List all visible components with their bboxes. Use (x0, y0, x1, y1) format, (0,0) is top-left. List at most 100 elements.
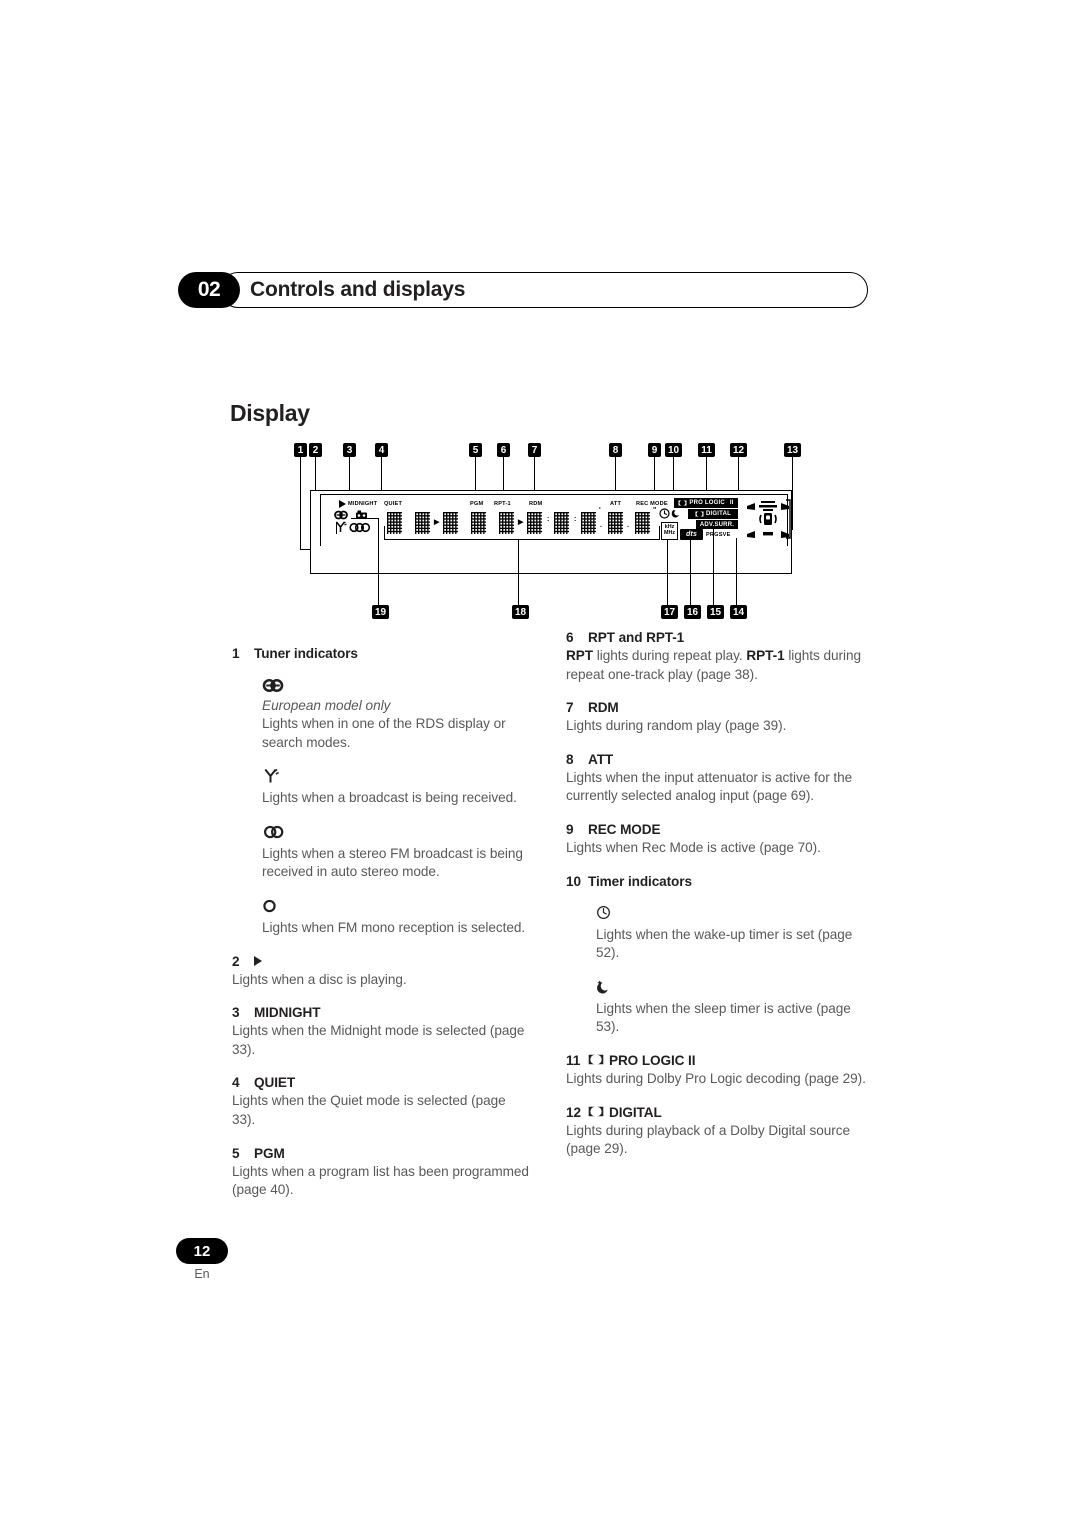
wake-timer-icon (596, 903, 866, 923)
lcd-label-quiet: QUIET (384, 501, 403, 507)
mono-icon (262, 896, 532, 916)
item-1-sub-3-desc: Lights when a stereo FM broadcast is bei… (262, 845, 523, 880)
lcd-label-pgm: PGM (470, 501, 484, 507)
antenna-icon (262, 766, 532, 786)
dm-sep-dot-1: . (600, 522, 602, 529)
dm-sep-colon-2: : (574, 516, 577, 523)
item-9: 9 REC MODE Lights when Rec Mode is activ… (566, 822, 866, 858)
item-1-number: 1 (232, 646, 240, 661)
dm-sep-quote-1: " (653, 507, 657, 514)
item-12-heading: 12 DIGITAL (566, 1105, 866, 1120)
callout-11: 11 (698, 443, 715, 457)
right-text-column: 6 RPT and RPT-1 RPT lights during repeat… (566, 630, 866, 1159)
item-9-number: 9 (566, 821, 574, 837)
leader-13 (792, 457, 794, 530)
item-2-desc: Lights when a disc is playing. (232, 971, 407, 987)
item-3: 3 MIDNIGHT Lights when the Midnight mode… (232, 1005, 532, 1059)
item-2-heading: 2 (232, 954, 532, 969)
stereo-icon (262, 822, 532, 842)
play-triangle-icon (254, 955, 262, 966)
lcd-khz-mhz-box: kHz MHz (661, 522, 678, 540)
item-1: 1 Tuner indicators European model only L… (232, 646, 532, 938)
item-8-heading: 8 ATT (566, 752, 866, 767)
item-1-title: Tuner indicators (254, 646, 358, 661)
item-10-heading: 10 Timer indicators (566, 874, 866, 889)
dm-sep-dot-2: . (627, 522, 629, 529)
rds-icon (334, 510, 348, 520)
item-6-desc-bold-2: RPT-1 (746, 648, 785, 663)
page-number-badge: 12 (176, 1238, 228, 1264)
dm-underbar-left-tick (384, 526, 386, 539)
lcd-adv-surr-block: ADV.SURR. (696, 520, 738, 529)
dm-char-9 (608, 512, 623, 534)
item-5-heading: 5 PGM (232, 1146, 532, 1161)
dm-sep-apostrophe-1: ' (599, 507, 601, 514)
sleep-timer-icon (671, 509, 679, 518)
callout-16: 16 (684, 605, 701, 619)
dm-sep-colon-1: : (547, 516, 550, 523)
lcd-label-att: ATT (610, 501, 622, 507)
item-6-desc-bold-1: RPT (566, 648, 594, 663)
leader-17 (667, 540, 669, 605)
tuner-icon-cluster (334, 510, 378, 536)
item-12-desc: Lights during playback of a Dolby Digita… (566, 1122, 850, 1157)
lcd-label-pro-logic-suffix: II (729, 500, 734, 506)
item-11-heading: 11 PRO LOGIC II (566, 1053, 866, 1068)
page-footer: 12 En (176, 1238, 228, 1281)
item-12: 12 DIGITAL Lights during playback of a D… (566, 1105, 866, 1159)
rds-icon (262, 675, 532, 695)
leader-1 (300, 457, 302, 550)
lcd-timer-icons (659, 508, 685, 519)
callout-13: 13 (784, 443, 801, 457)
item-11-number: 11 (566, 1052, 581, 1068)
lcd-label-mhz: MHz (663, 530, 676, 536)
item-5-title: PGM (254, 1145, 285, 1161)
lcd-label-rdm: RDM (529, 501, 543, 507)
callout-7: 7 (528, 443, 541, 457)
item-8-number: 8 (566, 751, 574, 767)
lcd-label-rec-mode: REC MODE (636, 501, 668, 507)
item-5-number: 5 (232, 1145, 240, 1161)
item-2: 2 Lights when a disc is playing. (232, 954, 532, 990)
wake-timer-icon (659, 508, 670, 519)
leader-14 (736, 538, 738, 605)
item-1-sub-1-desc: Lights when in one of the RDS display or… (262, 716, 506, 750)
item-1-heading: 1 Tuner indicators (232, 646, 532, 661)
item-5-desc: Lights when a program list has been prog… (232, 1163, 529, 1198)
item-6-desc-text-1: lights during repeat play. (593, 648, 747, 663)
item-1-sub-1-italic: European model only (262, 698, 391, 713)
page-language: En (194, 1267, 210, 1281)
leader-15 (713, 529, 715, 605)
speaker-layout-icon (744, 498, 792, 540)
dm-sep-triangle-2: ▶ (518, 519, 524, 526)
item-4-number: 4 (232, 1075, 240, 1091)
item-1-sub-4-desc: Lights when FM mono reception is selecte… (262, 919, 526, 935)
item-11: 11 PRO LOGIC II Lights during Dolby Pro … (566, 1053, 866, 1089)
item-12-title: DIGITAL (609, 1104, 662, 1120)
dm-char-1 (387, 512, 402, 534)
dm-char-7 (554, 512, 569, 534)
callout-8: 8 (609, 443, 622, 457)
dm-underbar (384, 539, 660, 541)
callout-3: 3 (343, 443, 356, 457)
callout-15: 15 (707, 605, 724, 619)
item-8-title: ATT (588, 751, 614, 767)
callout-10: 10 (665, 443, 682, 457)
item-6-heading: 6 RPT and RPT-1 (566, 630, 866, 645)
page-title: Display (230, 400, 310, 426)
lcd-label-dts: dts (685, 531, 698, 538)
item-7-heading: 7 RDM (566, 700, 866, 715)
item-12-number: 12 (566, 1104, 581, 1120)
callout-5: 5 (469, 443, 482, 457)
callout-17: 17 (661, 605, 678, 619)
chapter-header: 02 Controls and displays (178, 272, 868, 312)
leader-19b (351, 518, 379, 520)
callout-6: 6 (497, 443, 510, 457)
lcd-label-rpt1: RPT-1 (494, 501, 511, 507)
left-text-column: 1 Tuner indicators European model only L… (232, 630, 532, 1200)
item-6-number: 6 (566, 630, 574, 645)
item-1-body: European model only Lights when in one o… (232, 675, 532, 938)
item-10-body: Lights when the wake-up timer is set (pa… (566, 903, 866, 1037)
item-8: 8 ATT Lights when the input attenuator i… (566, 752, 866, 806)
callout-19: 19 (372, 605, 389, 619)
